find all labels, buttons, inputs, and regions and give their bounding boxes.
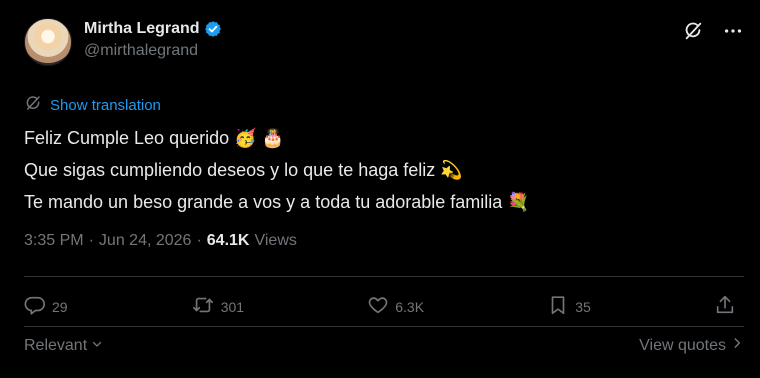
tweet-line-1: Feliz Cumple Leo querido 🥳 🎂 <box>24 122 530 154</box>
view-quotes-label: View quotes <box>639 336 726 354</box>
bookmark-button[interactable]: 35 <box>547 294 591 319</box>
like-button[interactable]: 6.3K <box>367 294 424 319</box>
views-count[interactable]: 64.1K <box>207 232 250 250</box>
meta-separator: · <box>88 232 94 249</box>
view-quotes-link[interactable]: View quotes <box>639 336 744 355</box>
replies-controls: Relevant View quotes <box>24 336 744 355</box>
tweet-line-2-text: Que sigas cumpliendo deseos y lo que te … <box>24 160 436 180</box>
heart-icon <box>367 294 389 319</box>
tweet-line-2: Que sigas cumpliendo deseos y lo que te … <box>24 154 530 186</box>
bouquet-emoji: 💐 <box>507 192 530 212</box>
divider <box>24 326 744 327</box>
sort-dropdown[interactable]: Relevant <box>24 337 103 355</box>
tweet-actions: 29 301 6.3K 35 <box>24 294 736 319</box>
retweet-count: 301 <box>220 298 245 315</box>
show-translation-link[interactable]: Show translation <box>24 94 161 116</box>
bookmark-icon <box>547 294 569 319</box>
reply-count: 29 <box>52 298 68 315</box>
tweet-line-3: Te mando un beso grande a vos y a toda t… <box>24 186 530 218</box>
display-name-row[interactable]: Mirtha Legrand <box>84 20 222 38</box>
meta-separator: · <box>196 232 202 249</box>
party-cake-emoji: 🥳 🎂 <box>234 128 284 148</box>
globe-icon <box>24 94 42 116</box>
retweet-button[interactable]: 301 <box>191 294 244 319</box>
author-block: Mirtha Legrand @mirthalegrand <box>84 20 222 60</box>
chevron-down-icon <box>91 337 103 355</box>
reply-icon <box>24 294 46 319</box>
dizzy-emoji: 💫 <box>440 160 463 180</box>
show-translation-label[interactable]: Show translation <box>50 97 161 114</box>
more-options-icon[interactable] <box>722 20 744 42</box>
tweet-line-3-text: Te mando un beso grande a vos y a toda t… <box>24 192 503 212</box>
display-name[interactable]: Mirtha Legrand <box>84 20 200 38</box>
top-actions <box>682 20 744 42</box>
share-icon <box>714 294 736 319</box>
tweet-time[interactable]: 3:35 PM <box>24 232 84 250</box>
avatar[interactable] <box>24 18 72 66</box>
reply-button[interactable]: 29 <box>24 294 68 319</box>
chevron-right-icon <box>730 336 744 355</box>
bookmark-count: 35 <box>575 298 591 315</box>
divider <box>24 276 744 277</box>
tweet-meta: 3:35 PM · Jun 24, 2026 · 64.1K Views <box>24 232 297 250</box>
like-count: 6.3K <box>395 298 425 315</box>
tweet-text: Feliz Cumple Leo querido 🥳 🎂 Que sigas c… <box>24 122 530 218</box>
views-label[interactable]: Views <box>254 232 296 250</box>
share-button[interactable] <box>714 294 736 319</box>
tweet-line-1-text: Feliz Cumple Leo querido <box>24 128 230 148</box>
handle[interactable]: @mirthalegrand <box>84 42 222 60</box>
tweet-date[interactable]: Jun 24, 2026 <box>99 232 192 250</box>
sort-label: Relevant <box>24 336 88 354</box>
grok-icon[interactable] <box>682 20 704 42</box>
retweet-icon <box>191 294 215 319</box>
verified-badge-icon[interactable] <box>204 20 222 38</box>
